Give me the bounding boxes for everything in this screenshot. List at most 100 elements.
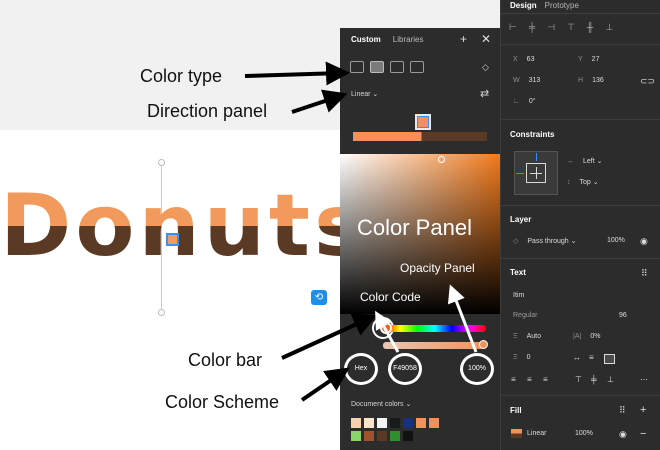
hue-slider-knob[interactable] [380, 322, 392, 334]
color-scheme-select[interactable]: Hex [344, 353, 378, 385]
align-right-icon[interactable]: ⊣ [547, 22, 555, 33]
gradient-fill-icon[interactable] [370, 61, 384, 73]
x-label: X [513, 56, 518, 63]
horizontal-constraint-dropdown[interactable]: ↔ Left ⌄ [567, 157, 603, 165]
close-icon[interactable]: ✕ [481, 33, 491, 45]
color-swatch[interactable] [390, 431, 400, 441]
constraint-widget[interactable] [514, 151, 558, 195]
y-field[interactable]: Y 27 [578, 56, 599, 63]
layer-opacity-field[interactable]: 100% [607, 237, 625, 244]
vertical-constraint-icon: ↕ [567, 179, 571, 186]
donuts-text-layer[interactable]: Donuts [0, 183, 369, 269]
image-fill-icon[interactable] [390, 61, 404, 73]
text-align-right-icon[interactable]: ≡ [543, 375, 548, 384]
font-style-dropdown[interactable]: Regular [513, 312, 538, 319]
guide-handle-bottom[interactable] [158, 309, 165, 316]
height-field[interactable]: H 136 [578, 77, 604, 84]
align-center-v-icon[interactable]: ╫ [587, 22, 593, 33]
document-colors-label: Document colors [351, 401, 404, 408]
font-family-dropdown[interactable]: Itim [513, 292, 524, 299]
align-left-icon[interactable]: ⊢ [509, 22, 517, 33]
rotation-field[interactable]: ∟ 0° [513, 98, 536, 105]
color-swatch[interactable] [377, 431, 387, 441]
document-colors-dropdown[interactable]: Document colors ⌄ [351, 400, 411, 408]
vertical-align-bottom-icon[interactable]: ⊥ [607, 375, 614, 384]
sidebar-tabs: Design Prototype [510, 1, 579, 10]
fill-opacity-field[interactable]: 100% [575, 430, 593, 437]
add-fill-icon[interactable]: + [640, 404, 646, 416]
paragraph-spacing-field[interactable]: Ξ0 [513, 354, 530, 361]
opacity-input[interactable]: 100% [460, 353, 494, 385]
vertical-constraint-dropdown[interactable]: ↕ Top ⌄ [567, 178, 599, 186]
y-label: Y [578, 56, 583, 63]
color-swatch[interactable] [364, 418, 374, 428]
align-top-icon[interactable]: ⊤ [567, 22, 575, 33]
color-swatch[interactable] [403, 431, 413, 441]
tab-design[interactable]: Design [510, 1, 537, 10]
color-swatch[interactable] [390, 418, 400, 428]
align-center-h-icon[interactable]: ╪ [529, 22, 535, 33]
annotation-opacity-panel: Opacity Panel [400, 261, 475, 275]
opacity-slider[interactable] [383, 342, 486, 349]
color-field-cursor[interactable] [438, 156, 445, 163]
line-height-field[interactable]: Ξ Auto [513, 333, 541, 340]
text-align-center-icon[interactable]: ≡ [527, 375, 532, 384]
align-bottom-icon[interactable]: ⊥ [605, 22, 613, 33]
hex-input[interactable]: F49058 [388, 353, 422, 385]
resize-width-icon[interactable]: ↔ [573, 353, 581, 362]
color-swatch[interactable] [429, 418, 439, 428]
font-size-field[interactable]: 96 [619, 312, 627, 319]
gradient-stop-swatch[interactable] [415, 114, 431, 130]
gradient-stop-handle[interactable] [166, 233, 179, 246]
tab-libraries[interactable]: Libraries [393, 35, 424, 44]
color-swatch[interactable] [351, 431, 361, 441]
constraint-left-line[interactable] [516, 173, 524, 174]
rotation-value: 0° [528, 98, 536, 105]
guide-handle-top[interactable] [158, 159, 165, 166]
fill-swatch[interactable] [511, 429, 522, 438]
blend-mode-dropdown[interactable]: ◇ Pass through ⌄ [513, 237, 576, 245]
hue-slider[interactable] [383, 325, 486, 332]
drop-icon[interactable]: ◇ [482, 62, 489, 73]
more-text-options-icon[interactable]: ⋯ [640, 375, 648, 384]
color-swatch[interactable] [351, 418, 361, 428]
video-fill-icon[interactable] [410, 61, 424, 73]
color-swatch[interactable] [377, 418, 387, 428]
gradient-type-dropdown[interactable]: Linear ⌄ [351, 90, 378, 98]
align-justify-icon[interactable]: ≡ [589, 353, 594, 362]
document-colors-swatches [351, 418, 441, 441]
divider [501, 119, 660, 120]
x-field[interactable]: X 63 [513, 56, 534, 63]
constrain-proportions-icon[interactable]: ⊂⊃ [640, 76, 655, 87]
fill-type-label[interactable]: Linear [527, 430, 546, 437]
tab-prototype[interactable]: Prototype [545, 1, 579, 10]
text-align-left-icon[interactable]: ≡ [511, 375, 516, 384]
rotation-icon: ∟ [513, 98, 520, 105]
constraint-top-line[interactable] [536, 153, 537, 161]
text-styles-icon[interactable]: ⠿ [641, 268, 648, 279]
rotate-icon[interactable]: ⟲ [311, 290, 327, 305]
color-swatch[interactable] [416, 418, 426, 428]
paragraph-spacing-icon: Ξ [513, 354, 518, 361]
width-field[interactable]: W 313 [513, 77, 540, 84]
eye-icon[interactable]: ◉ [640, 236, 648, 247]
fill-styles-icon[interactable]: ⠿ [619, 405, 626, 416]
divider [501, 13, 660, 14]
horizontal-constraint-icon: ↔ [567, 158, 574, 165]
vertical-align-middle-icon[interactable]: ╪ [591, 375, 597, 384]
plus-icon[interactable]: + [460, 33, 467, 45]
x-value: 63 [526, 56, 535, 63]
color-swatch[interactable] [403, 418, 413, 428]
solid-fill-icon[interactable] [350, 61, 364, 73]
tab-custom[interactable]: Custom [351, 35, 381, 44]
annotation-color-type: Color type [140, 66, 223, 86]
swap-direction-icon[interactable]: ⇄ [480, 87, 489, 100]
gradient-bar[interactable] [353, 132, 487, 141]
fill-visibility-icon[interactable]: ◉ [619, 429, 627, 440]
color-swatch[interactable] [364, 431, 374, 441]
remove-fill-icon[interactable]: − [640, 428, 646, 440]
opacity-slider-knob[interactable] [479, 340, 488, 349]
fixed-size-icon[interactable] [604, 354, 615, 364]
vertical-align-top-icon[interactable]: ⊤ [575, 375, 582, 384]
letter-spacing-field[interactable]: |A| 0% [573, 333, 600, 340]
